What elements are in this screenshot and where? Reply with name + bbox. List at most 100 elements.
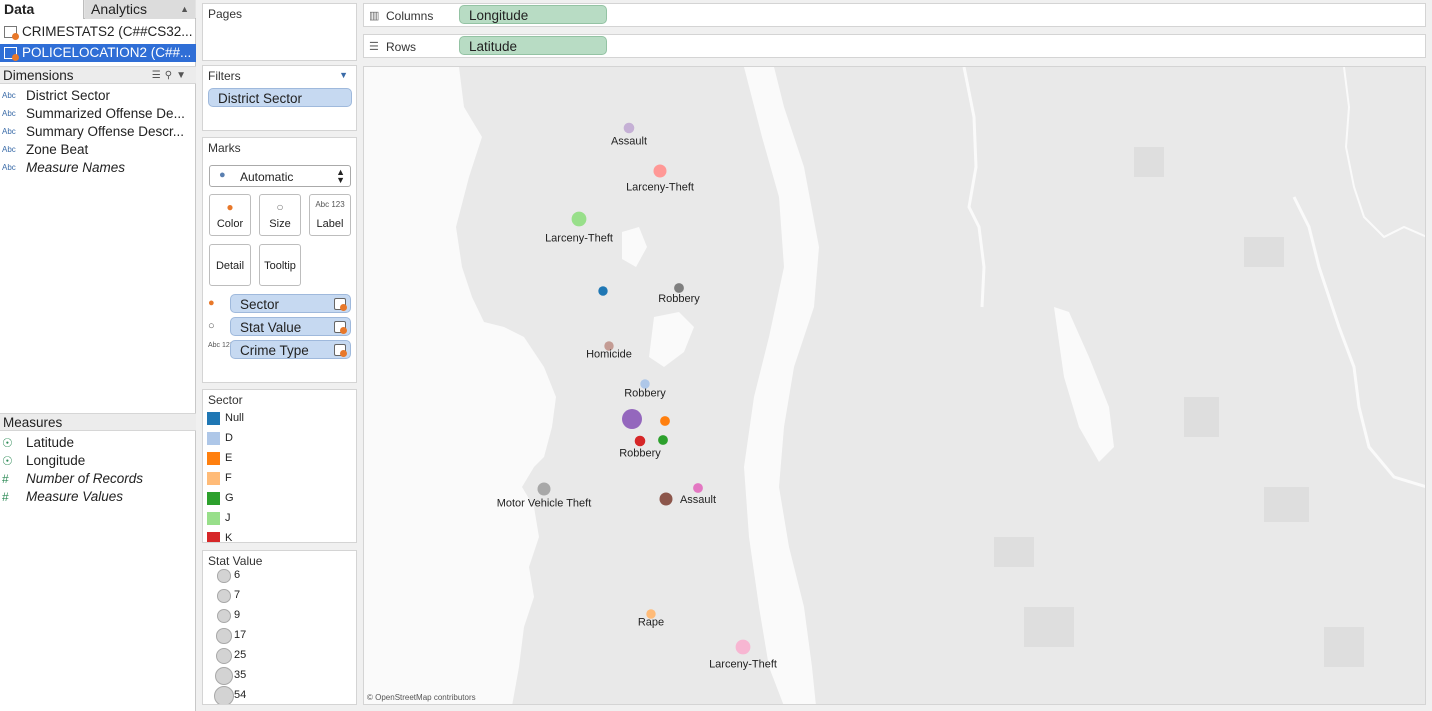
green-lake-water xyxy=(622,227,647,267)
tab-analytics[interactable]: Analytics ▲ xyxy=(85,0,195,19)
size-legend-item[interactable]: 25 xyxy=(208,647,348,669)
marks-card: Marks ● Automatic ▲ ▼ ● Color ○ Size Abc 12… xyxy=(202,137,357,383)
field-label: Summarized Offense De... xyxy=(26,106,185,121)
search-icon[interactable]: ⚲ xyxy=(165,70,176,81)
map-mark[interactable] xyxy=(622,409,642,429)
map-mark-label: Assault xyxy=(680,494,716,506)
mark-type-select[interactable]: ● Automatic ▲ ▼ xyxy=(209,165,351,187)
datasource-label: CRIMESTATS2 (C##CS32... xyxy=(22,24,193,39)
datasource-crimestats[interactable]: CRIMESTATS2 (C##CS32... xyxy=(0,23,196,41)
sector-legend: Sector Null D E F G J K xyxy=(202,389,357,543)
filters-shelf[interactable]: Filters ▼ District Sector xyxy=(202,65,357,131)
size-legend-item[interactable]: 54 xyxy=(208,686,348,704)
size-legend-item[interactable]: 35 xyxy=(208,666,348,689)
rows-shelf[interactable]: ☰ Rows Latitude xyxy=(363,34,1426,58)
size-icon: ○ xyxy=(276,200,284,214)
datasource-policelocation[interactable]: POLICELOCATION2 (C##... xyxy=(0,44,196,62)
string-type-icon: Abc xyxy=(2,91,16,100)
field-label: Summary Offense Descr... xyxy=(26,124,185,139)
legend-label: G xyxy=(225,492,234,504)
size-button[interactable]: ○ Size xyxy=(259,194,301,236)
pages-shelf[interactable]: Pages xyxy=(202,3,357,61)
measures-header: Measures xyxy=(0,413,196,431)
map-mark-label: Larceny-Theft xyxy=(626,181,694,193)
dimensions-title: Dimensions xyxy=(3,68,74,83)
dimension-field[interactable]: Abc Summary Offense Descr... xyxy=(0,123,196,141)
map-mark[interactable] xyxy=(693,483,703,493)
dimension-field[interactable]: Abc Measure Names xyxy=(0,159,196,177)
dimensions-tools[interactable]: ☰⚲▼ xyxy=(152,67,190,85)
list-view-icon[interactable]: ☰ xyxy=(152,70,165,81)
rows-pill-latitude[interactable]: Latitude xyxy=(459,36,607,55)
columns-pill-longitude[interactable]: Longitude xyxy=(459,5,607,24)
color-icon: ● xyxy=(208,297,215,309)
field-label: Measure Values xyxy=(26,489,124,504)
chevron-updown-icon: ▲ ▼ xyxy=(336,167,345,185)
map-mark[interactable] xyxy=(537,482,551,496)
map-mark[interactable] xyxy=(598,286,608,296)
measures-title: Measures xyxy=(3,415,63,430)
pill-label: Crime Type xyxy=(240,343,309,358)
label-button[interactable]: Abc 123 Label xyxy=(309,194,351,236)
data-pane: Data Analytics ▲ CRIMESTATS2 (C##CS32... … xyxy=(0,0,196,711)
color-button[interactable]: ● Color xyxy=(209,194,251,236)
size-legend-label: 54 xyxy=(234,689,247,701)
park-patch xyxy=(1244,237,1284,267)
chevron-down-icon[interactable]: ▼ xyxy=(176,70,190,81)
map-canvas[interactable]: Assault Larceny-Theft Larceny-Theft Robbery… xyxy=(364,67,1426,705)
map-mark[interactable] xyxy=(659,492,673,506)
size-legend-label: 17 xyxy=(234,629,247,641)
map-mark-label: Assault xyxy=(611,135,647,147)
string-type-icon: Abc xyxy=(2,145,16,154)
legend-label: D xyxy=(225,432,233,444)
string-type-icon: Abc xyxy=(2,127,16,136)
map-mark[interactable] xyxy=(653,164,667,178)
map-view[interactable]: Assault Larceny-Theft Larceny-Theft Robbery… xyxy=(363,66,1426,705)
size-legend-label: 7 xyxy=(234,589,241,601)
number-type-icon: # xyxy=(2,490,9,504)
map-mark[interactable] xyxy=(634,435,646,447)
detail-button[interactable]: Detail xyxy=(209,244,251,286)
datasource-icon xyxy=(334,321,347,334)
color-label: Color xyxy=(216,218,244,230)
chevron-down-icon[interactable]: ▼ xyxy=(339,70,348,80)
size-legend-circle xyxy=(214,686,234,704)
columns-icon: ▥ xyxy=(369,10,380,22)
tab-data[interactable]: Data xyxy=(0,0,84,19)
marks-pill-stat-value[interactable]: Stat Value xyxy=(230,317,351,336)
size-legend-item[interactable]: 7 xyxy=(208,589,348,609)
size-legend-item[interactable]: 17 xyxy=(208,628,348,649)
marks-pill-crime-type[interactable]: Crime Type xyxy=(230,340,351,359)
tooltip-label: Tooltip xyxy=(264,260,296,272)
pill-label: Sector xyxy=(240,297,280,312)
size-legend: Stat Value 6 7 9 17 25 35 54 xyxy=(202,550,357,705)
size-legend-item[interactable]: 6 xyxy=(208,569,348,589)
dimension-field[interactable]: Abc Zone Beat xyxy=(0,141,196,159)
map-mark[interactable] xyxy=(674,283,684,293)
tooltip-button[interactable]: Tooltip xyxy=(259,244,301,286)
map-mark[interactable] xyxy=(660,416,670,426)
chevron-updown-icon[interactable]: ▲ xyxy=(180,0,189,18)
filter-pill-district-sector[interactable]: District Sector xyxy=(208,88,352,107)
size-legend-label: 6 xyxy=(234,569,241,581)
map-mark[interactable] xyxy=(735,639,751,655)
measure-field[interactable]: # Number of Records xyxy=(0,470,196,488)
marks-title: Marks xyxy=(208,141,241,155)
map-mark[interactable] xyxy=(571,211,587,227)
size-legend-label: 25 xyxy=(234,649,247,661)
map-mark[interactable] xyxy=(623,122,635,134)
columns-shelf[interactable]: ▥ Columns Longitude xyxy=(363,3,1426,27)
dimension-field[interactable]: Abc District Sector xyxy=(0,87,196,105)
size-legend-circle xyxy=(214,666,234,686)
measure-field[interactable]: # Measure Values xyxy=(0,488,196,506)
legend-swatch xyxy=(207,472,220,485)
size-legend-item[interactable]: 9 xyxy=(208,608,348,629)
label-icon: Abc 123 xyxy=(315,200,345,209)
marks-pill-sector[interactable]: Sector xyxy=(230,294,351,313)
map-mark[interactable] xyxy=(658,435,668,445)
measure-field[interactable]: ☉ Longitude xyxy=(0,452,196,470)
dimension-field[interactable]: Abc Summarized Offense De... xyxy=(0,105,196,123)
string-type-icon: Abc xyxy=(2,109,16,118)
measure-field[interactable]: ☉ Latitude xyxy=(0,434,196,452)
tab-analytics-label: Analytics xyxy=(91,1,148,17)
